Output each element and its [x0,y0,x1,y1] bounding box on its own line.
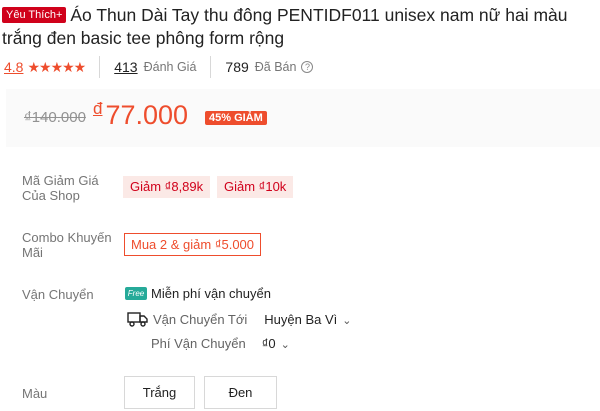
combo-offer-tag[interactable]: Mua 2 & giảm ₫5.000 [124,233,262,256]
free-shipping-text: Miễn phí vận chuyển [151,286,271,301]
voucher-item[interactable]: Giảm ₫8,89k [123,176,211,198]
chevron-down-icon: ⌄ [342,314,352,327]
ship-to-location[interactable]: Huyện Ba Vì ⌄ [264,312,351,327]
truck-icon [127,312,148,327]
ship-fee-row: Phí Vận Chuyển ₫0 ⌄ [151,336,290,351]
color-option-black[interactable]: Đen [204,376,277,409]
ship-to-value: Huyện Ba Vì [264,311,338,327]
combo-label: Combo Khuyến Mãi [22,230,112,260]
free-shipping-row: Free Miễn phí vận chuyển [125,286,271,301]
chevron-down-icon: ⌄ [280,339,290,351]
original-price: ₫140.000 [24,109,86,126]
product-title: Yêu Thích+ Áo Thun Dài Tay thu đông PENTI… [2,4,598,50]
currency-symbol: đ [93,99,103,118]
voucher-label: Mã Giảm Giá Của Shop [22,173,99,203]
discount-badge: 45% GIẢM [205,111,267,125]
star-rating-icon: ★★★★★ [27,58,86,75]
product-title-text: Áo Thun Dài Tay thu đông PENTIDF011 unis… [2,5,568,48]
price-section: ₫140.000 đ 77.000 45% GIẢM [6,89,600,147]
sold-label: Đã Bán [254,60,297,74]
free-shipping-icon: Free [125,287,147,300]
ship-fee-value: ₫0 [261,336,276,351]
color-label: Màu [22,386,48,401]
voucher-item[interactable]: Giảm ₫10k [217,176,294,198]
sold-count: 789 [225,59,249,75]
rating-value[interactable]: 4.8 [4,59,23,75]
current-price-value: 77.000 [105,100,189,130]
ship-fee-label: Phí Vận Chuyển [151,336,246,351]
shipping-label: Vận Chuyển [22,287,94,302]
color-option-white[interactable]: Trắng [124,376,195,409]
help-icon[interactable]: ? [301,61,314,73]
favorite-badge: Yêu Thích+ [2,7,67,23]
reviews-label: Đánh Giá [143,60,197,74]
ship-fee-selector[interactable]: ₫0 ⌄ [262,336,290,351]
ship-to-row: Vận Chuyển Tới Huyện Ba Vì ⌄ [127,311,352,327]
product-stats: 4.8 ★★★★★ 413 Đánh Giá 789 Đã Bán ? [4,56,314,78]
reviews-count[interactable]: 413 [114,59,137,75]
divider [99,56,101,78]
divider [210,56,212,78]
ship-to-label: Vận Chuyển Tới [153,311,248,327]
current-price: đ 77.000 [93,99,188,131]
